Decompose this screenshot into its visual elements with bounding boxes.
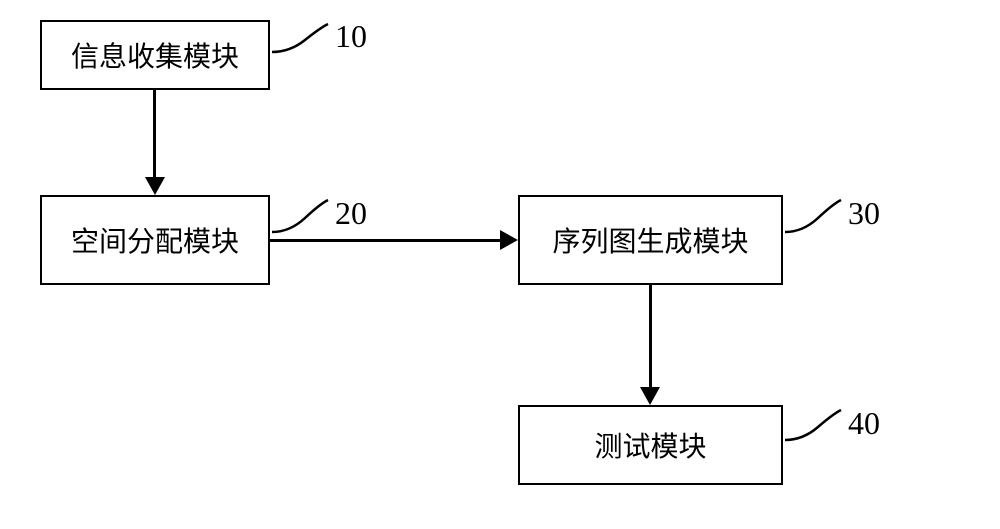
callout-20 [270, 198, 330, 238]
callout-10 [270, 22, 330, 58]
box-space-allocation: 空间分配模块 [40, 195, 270, 285]
arrow-head-10-to-20 [145, 177, 165, 195]
box-label: 测试模块 [594, 425, 706, 465]
box-label: 信息收集模块 [71, 35, 239, 75]
arrow-20-to-30 [270, 239, 500, 242]
arrow-30-to-40 [649, 285, 652, 387]
box-info-collection: 信息收集模块 [40, 20, 270, 90]
label-20: 20 [335, 195, 367, 232]
box-sequence-diagram-gen: 序列图生成模块 [518, 195, 783, 285]
box-label: 空间分配模块 [71, 220, 239, 260]
arrow-head-20-to-30 [500, 230, 518, 250]
callout-30 [783, 198, 843, 238]
box-test-module: 测试模块 [518, 405, 783, 485]
box-label: 序列图生成模块 [552, 220, 748, 260]
label-40: 40 [848, 405, 880, 442]
arrow-10-to-20 [153, 90, 156, 177]
label-10: 10 [335, 18, 367, 55]
arrow-head-30-to-40 [640, 387, 660, 405]
label-30: 30 [848, 195, 880, 232]
callout-40 [783, 408, 843, 446]
